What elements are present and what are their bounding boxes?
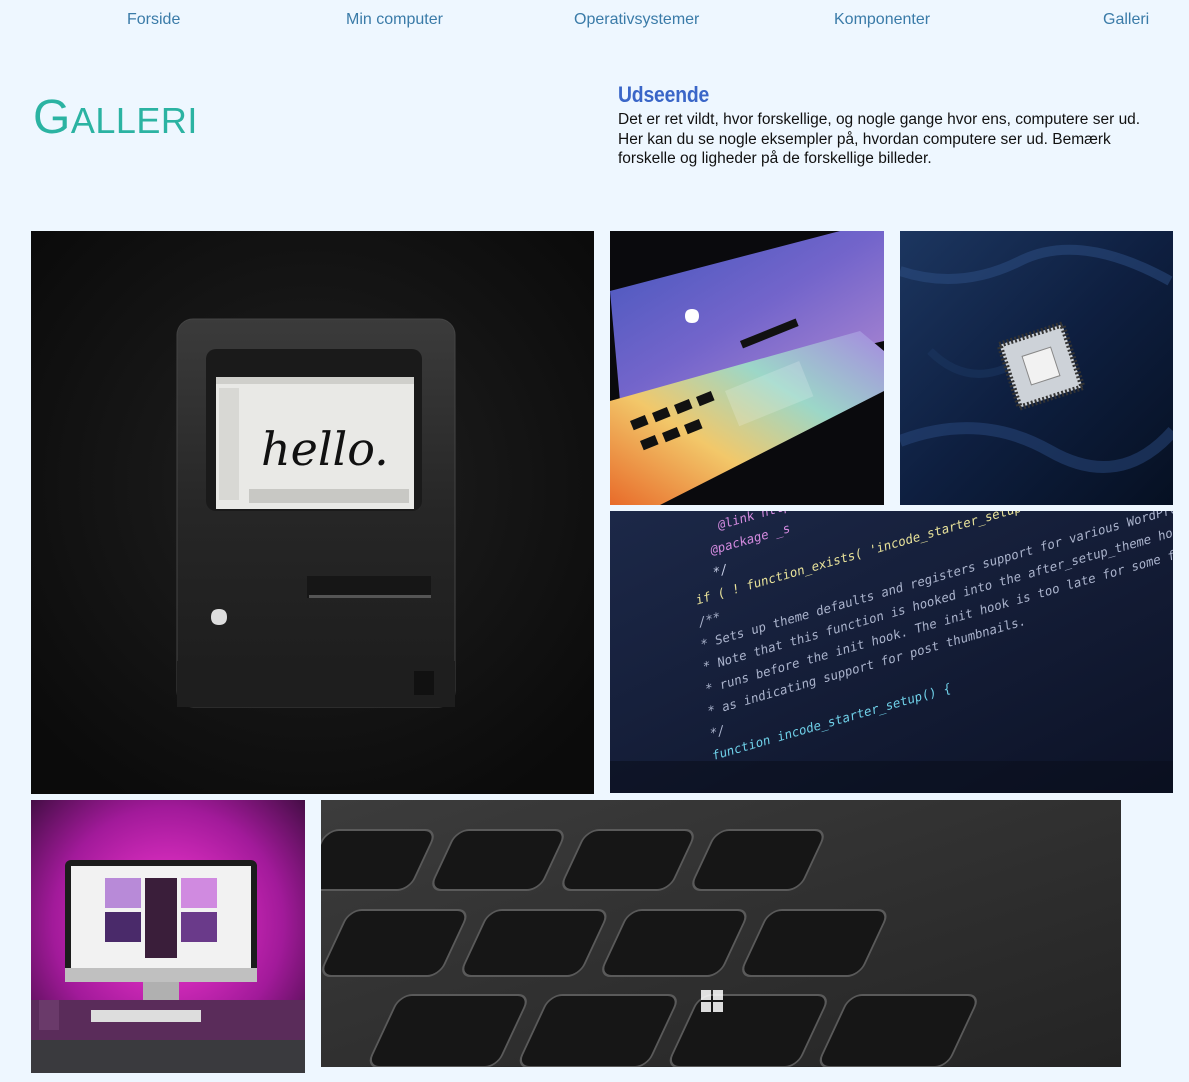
nav-item-min-computer[interactable]: Min computer xyxy=(346,11,443,29)
page-title: GALLERI xyxy=(33,90,198,145)
nav-item-forside[interactable]: Forside xyxy=(127,11,180,29)
intro-text: Det er ret vildt, hvor forskellige, og n… xyxy=(618,111,1141,167)
gallery-image-code: @link https://developer.wordpress.org @p… xyxy=(610,511,1173,793)
nav-item-operativsystemer[interactable]: Operativsystemer xyxy=(574,11,699,29)
code-screen-image: @link https://developer.wordpress.org @p… xyxy=(610,511,1173,793)
page-title-initial: G xyxy=(33,91,71,144)
intro-section: Udseende Det er ret vildt, hvor forskell… xyxy=(618,82,1163,169)
nav-item-komponenter[interactable]: Komponenter xyxy=(834,11,930,29)
page-title-rest: ALLERI xyxy=(70,100,198,141)
keyboard-closeup-image xyxy=(321,800,1121,1067)
imac-neon-desk-image xyxy=(31,800,305,1073)
intro-heading: Udseende xyxy=(618,82,710,107)
main-nav: Forside Min computer Operativsystemer Ko… xyxy=(0,0,1189,44)
gallery-image-keyboard xyxy=(321,800,1121,1067)
nav-item-galleri[interactable]: Galleri xyxy=(1103,11,1149,29)
gallery-image-vintage-mac: hello. xyxy=(31,231,594,794)
macbook-image xyxy=(610,231,884,505)
mac-screen-text: hello. xyxy=(261,422,389,476)
cpu-chip-image xyxy=(900,231,1173,505)
vintage-macintosh-image: hello. xyxy=(31,231,594,794)
gallery-image-imac xyxy=(31,800,305,1073)
gallery-image-macbook xyxy=(610,231,884,505)
gallery-image-cpu xyxy=(900,231,1173,505)
